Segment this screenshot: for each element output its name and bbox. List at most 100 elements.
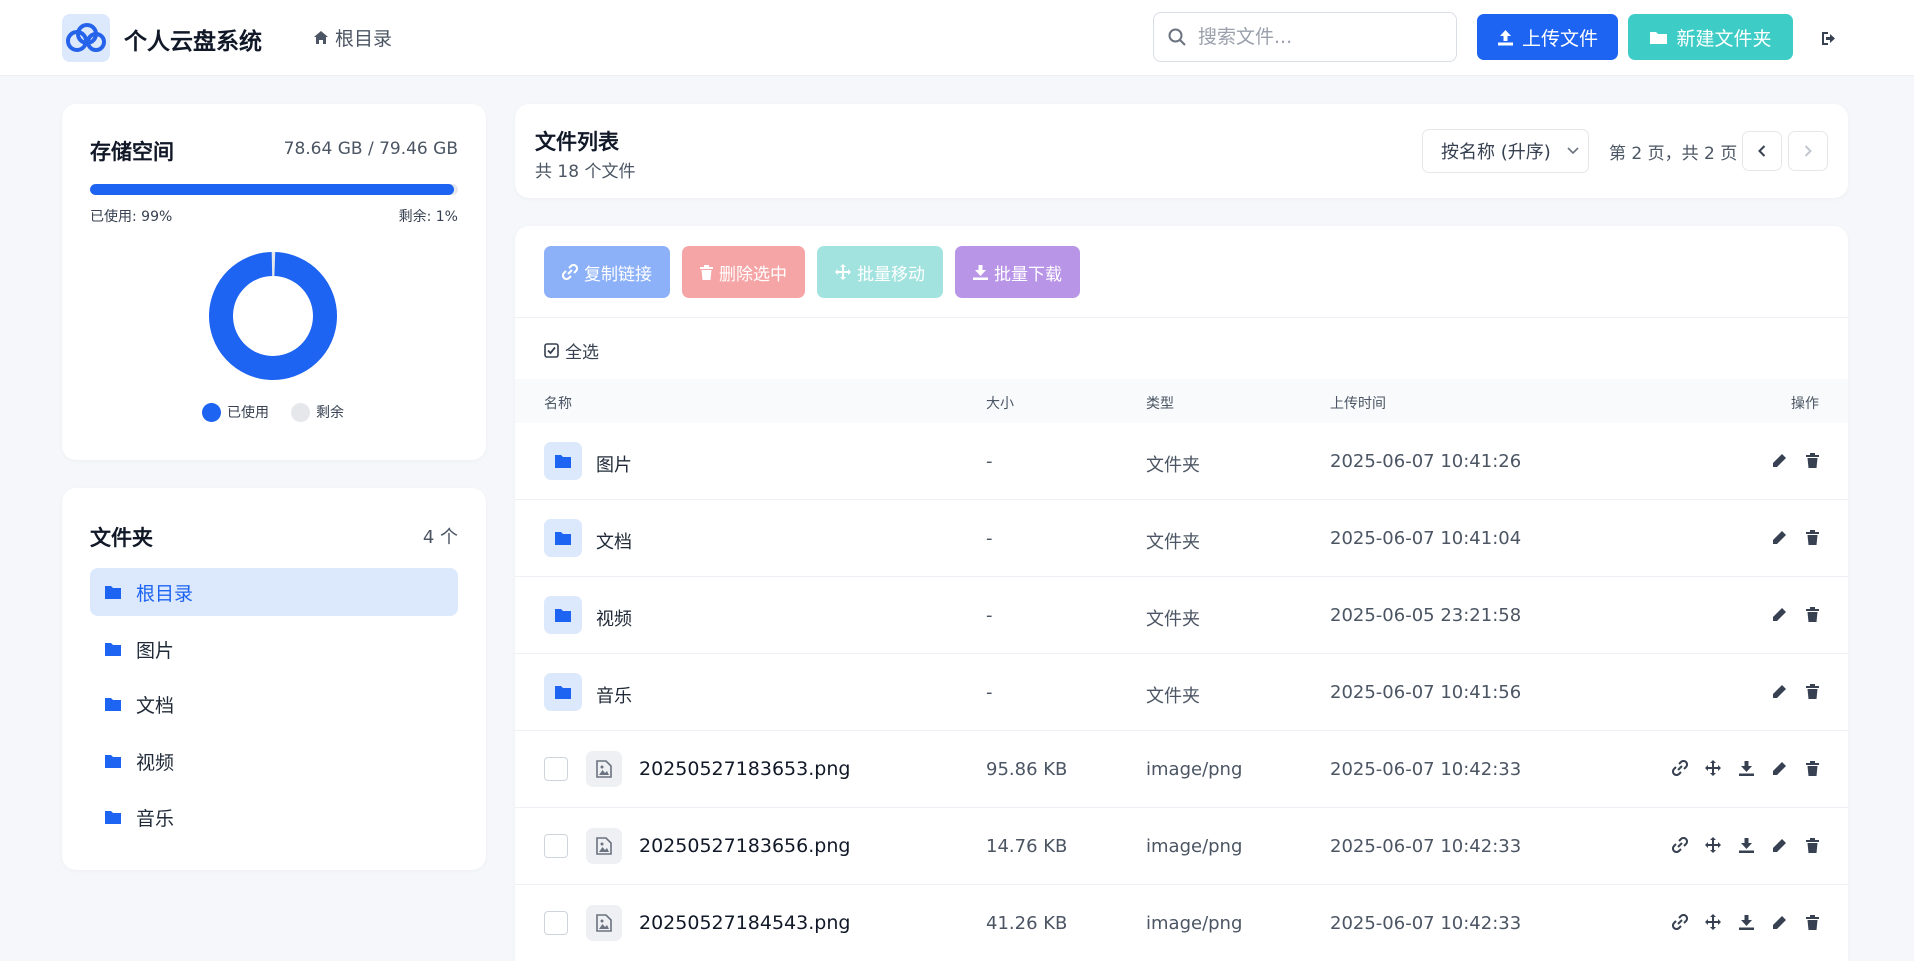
row-actions	[1770, 682, 1821, 700]
edit-icon[interactable]	[1770, 682, 1788, 700]
file-list-header: 文件列表 共 18 个文件 按名称 (升序) 第 2 页，共 2 页	[515, 104, 1848, 198]
table-row[interactable]: 图片 - 文件夹 2025-06-07 10:41:26	[515, 423, 1848, 500]
sidebar-folder-pictures[interactable]: 图片	[90, 625, 458, 673]
legend-used: 已使用	[202, 402, 269, 422]
download-icon[interactable]	[1737, 913, 1755, 931]
folder-icon	[105, 642, 121, 656]
trash-icon[interactable]	[1803, 528, 1821, 546]
trash-icon[interactable]	[1803, 836, 1821, 854]
row-name[interactable]: 20250527183656.png	[639, 835, 850, 857]
select-all-toggle[interactable]: 全选	[544, 338, 599, 363]
sort-select[interactable]: 按名称 (升序)	[1422, 129, 1589, 173]
folders-card: 文件夹 4 个 根目录 图片 文档 视频 音乐	[62, 488, 486, 870]
copy-link-button[interactable]: 复制链接	[544, 246, 670, 298]
col-name: 名称	[544, 396, 572, 412]
col-time: 上传时间	[1330, 396, 1386, 412]
row-actions	[1770, 605, 1821, 623]
table-row[interactable]: 20250527183653.png 95.86 KB image/png 20…	[515, 731, 1848, 808]
search-box[interactable]	[1153, 12, 1457, 62]
storage-title: 存储空间	[90, 140, 174, 164]
trash-icon[interactable]	[1803, 451, 1821, 469]
table-row[interactable]: 20250527183656.png 14.76 KB image/png 20…	[515, 808, 1848, 885]
page-info: 第 2 页，共 2 页	[1609, 144, 1738, 164]
search-input[interactable]	[1198, 26, 1428, 48]
row-checkbox[interactable]	[544, 834, 568, 858]
edit-icon[interactable]	[1770, 836, 1788, 854]
edit-icon[interactable]	[1770, 605, 1788, 623]
move-icon[interactable]	[1704, 913, 1722, 931]
link-icon[interactable]	[1671, 836, 1689, 854]
row-type: 文件夹	[1146, 455, 1200, 476]
row-name[interactable]: 音乐	[596, 682, 632, 708]
chevron-down-icon	[1567, 147, 1579, 155]
folder-icon	[544, 519, 582, 557]
table-row[interactable]: 20250527184543.png 41.26 KB image/png 20…	[515, 885, 1848, 961]
table-row[interactable]: 视频 - 文件夹 2025-06-05 23:21:58	[515, 577, 1848, 654]
new-folder-button[interactable]: 新建文件夹	[1628, 14, 1793, 60]
link-icon[interactable]	[1671, 913, 1689, 931]
edit-icon[interactable]	[1770, 913, 1788, 931]
upload-label: 上传文件	[1521, 27, 1598, 50]
row-actions	[1671, 913, 1821, 931]
link-icon[interactable]	[1671, 759, 1689, 777]
checkbox-checked-icon	[544, 343, 559, 358]
row-time: 2025-06-07 10:42:33	[1330, 759, 1522, 780]
sidebar-folder-documents[interactable]: 文档	[90, 680, 458, 728]
upload-button[interactable]: 上传文件	[1477, 14, 1618, 60]
divider	[515, 317, 1848, 318]
row-checkbox[interactable]	[544, 757, 568, 781]
breadcrumb-root: 根目录	[335, 28, 393, 50]
row-time: 2025-06-05 23:21:58	[1330, 605, 1522, 626]
folder-icon	[544, 442, 582, 480]
bulk-action-bar: 复制链接 删除选中 批量移动 批量下载	[544, 246, 1080, 298]
folder-plus-icon	[1650, 31, 1668, 44]
sidebar-folder-root[interactable]: 根目录	[90, 568, 458, 616]
edit-icon[interactable]	[1770, 528, 1788, 546]
logout-icon[interactable]	[1818, 27, 1840, 49]
table-row[interactable]: 文档 - 文件夹 2025-06-07 10:41:04	[515, 500, 1848, 577]
image-file-icon	[586, 751, 622, 787]
chevron-right-icon	[1804, 145, 1812, 157]
row-size: -	[986, 528, 993, 549]
delete-selected-button[interactable]: 删除选中	[682, 246, 805, 298]
row-name[interactable]: 20250527184543.png	[639, 912, 850, 934]
move-icon	[835, 264, 851, 280]
sidebar-folder-music[interactable]: 音乐	[90, 793, 458, 841]
new-folder-label: 新建文件夹	[1676, 27, 1772, 50]
row-name[interactable]: 图片	[596, 451, 632, 477]
row-name[interactable]: 20250527183653.png	[639, 758, 850, 780]
download-icon[interactable]	[1737, 759, 1755, 777]
row-checkbox[interactable]	[544, 911, 568, 935]
trash-icon[interactable]	[1803, 913, 1821, 931]
edit-icon[interactable]	[1770, 759, 1788, 777]
upload-icon	[1497, 29, 1513, 45]
breadcrumb[interactable]: 根目录	[313, 24, 392, 51]
move-icon[interactable]	[1704, 759, 1722, 777]
prev-page-button[interactable]	[1742, 131, 1782, 171]
next-page-button[interactable]	[1788, 131, 1828, 171]
trash-icon[interactable]	[1803, 759, 1821, 777]
batch-download-button[interactable]: 批量下载	[955, 246, 1080, 298]
link-icon	[562, 264, 578, 280]
download-icon[interactable]	[1737, 836, 1755, 854]
row-name[interactable]: 视频	[596, 605, 632, 631]
cloud-logo-icon[interactable]	[62, 14, 110, 62]
search-icon	[1168, 28, 1186, 46]
trash-icon[interactable]	[1803, 682, 1821, 700]
batch-move-button[interactable]: 批量移动	[817, 246, 943, 298]
row-name[interactable]: 文档	[596, 528, 632, 554]
donut-legend: 已使用 剩余	[202, 402, 344, 422]
file-table-card: 复制链接 删除选中 批量移动 批量下载 全选 名称 大小 类型 上传时间 操作 …	[515, 226, 1848, 961]
donut-used-segment	[209, 252, 337, 380]
trash-icon[interactable]	[1803, 605, 1821, 623]
free-percent-label: 剩余: 1%	[398, 209, 458, 225]
sidebar-folder-videos[interactable]: 视频	[90, 737, 458, 785]
table-header: 名称 大小 类型 上传时间 操作	[515, 379, 1848, 423]
edit-icon[interactable]	[1770, 451, 1788, 469]
move-icon[interactable]	[1704, 836, 1722, 854]
row-type: 文件夹	[1146, 686, 1200, 707]
table-row[interactable]: 音乐 - 文件夹 2025-06-07 10:41:56	[515, 654, 1848, 731]
row-type: 文件夹	[1146, 609, 1200, 630]
sort-value: 按名称 (升序)	[1441, 142, 1551, 163]
storage-card: 存储空间 78.64 GB / 79.46 GB 已使用: 99% 剩余: 1%…	[62, 104, 486, 460]
